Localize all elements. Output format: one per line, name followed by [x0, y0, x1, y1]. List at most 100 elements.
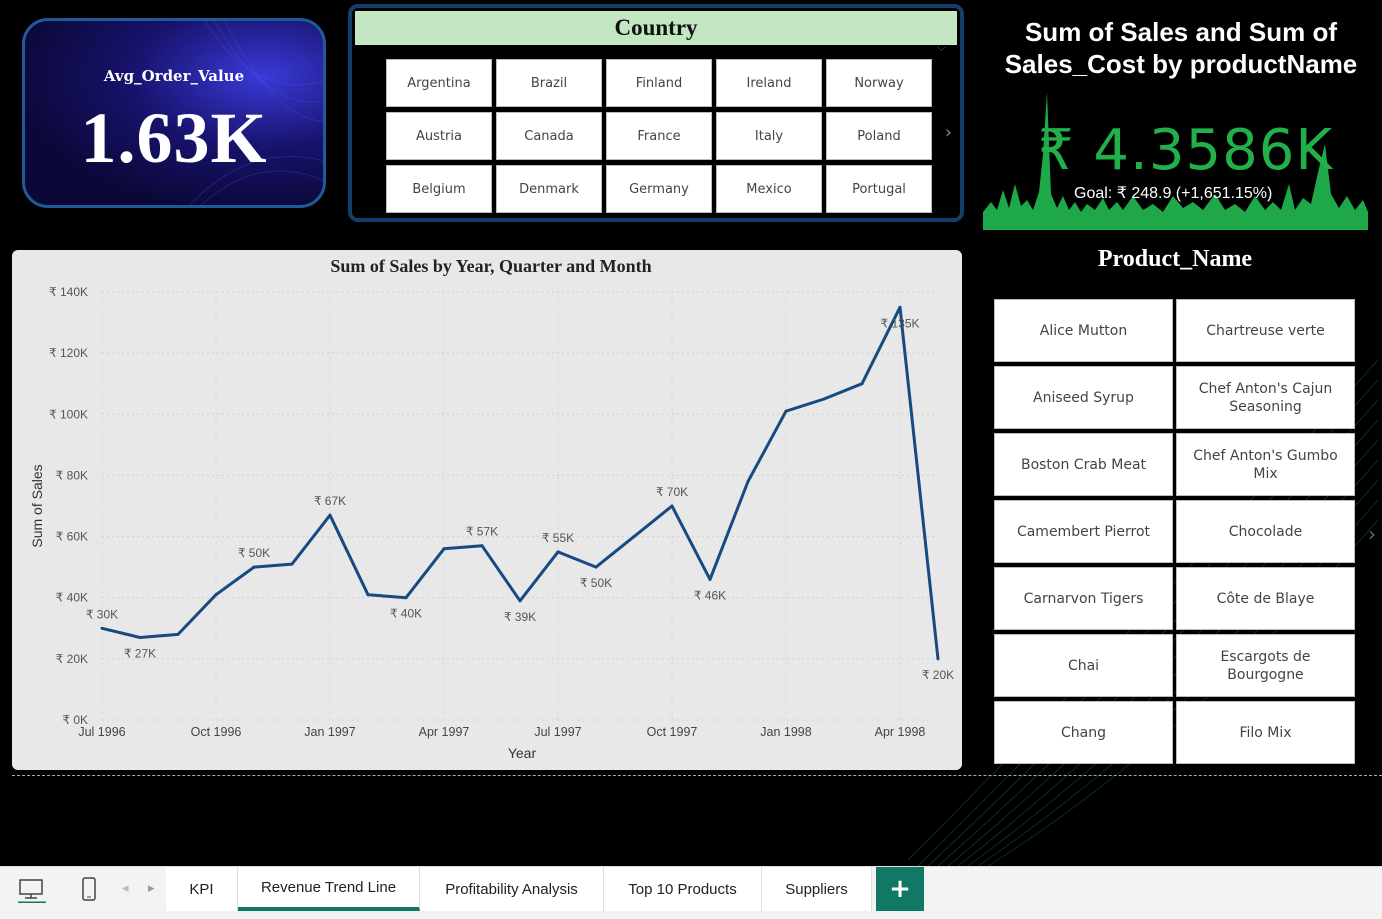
- country-option[interactable]: Portugal: [826, 165, 932, 213]
- y-tick-label: ₹ 140K: [49, 285, 88, 299]
- product-option[interactable]: Escargots de Bourgogne: [1176, 634, 1355, 697]
- data-point: [100, 626, 104, 630]
- country-option[interactable]: Austria: [386, 112, 492, 160]
- product-option[interactable]: Chartreuse verte: [1176, 299, 1355, 362]
- country-option[interactable]: Italy: [716, 112, 822, 160]
- report-canvas: Avg_Order_Value 1.63K Country ⌵ Argentin…: [8, 0, 1382, 866]
- country-option[interactable]: Belgium: [386, 165, 492, 213]
- country-option[interactable]: France: [606, 112, 712, 160]
- data-point: [176, 632, 180, 636]
- data-point: [518, 599, 522, 603]
- data-point: [290, 562, 294, 566]
- data-label: ₹ 20K: [922, 668, 954, 682]
- page-tab[interactable]: Profitability Analysis: [420, 867, 604, 911]
- chevron-right-icon[interactable]: ▸: [148, 881, 155, 896]
- country-option[interactable]: Ireland: [716, 59, 822, 107]
- data-point: [936, 657, 940, 661]
- x-tick-label: Jan 1997: [304, 725, 355, 739]
- add-page-button[interactable]: +: [876, 867, 924, 911]
- product-option[interactable]: Chef Anton's Gumbo Mix: [1176, 433, 1355, 496]
- data-point: [366, 593, 370, 597]
- y-tick-label: ₹ 80K: [56, 468, 88, 482]
- x-tick-label: Jan 1998: [760, 725, 811, 739]
- x-tick-label: Oct 1997: [647, 725, 698, 739]
- data-point: [214, 593, 218, 597]
- data-point: [784, 409, 788, 413]
- product-grid: Alice Mutton Chartreuse verte Aniseed Syru…: [994, 299, 1355, 764]
- data-point: [898, 305, 902, 309]
- data-point: [594, 565, 598, 569]
- data-label: ₹ 67K: [314, 494, 346, 508]
- x-axis-title: Year: [508, 745, 537, 761]
- gauge-goal: Goal: ₹ 248.9 (+1,651.15%): [1074, 185, 1273, 202]
- product-option[interactable]: Chocolade: [1176, 500, 1355, 563]
- product-option[interactable]: Côte de Blaye: [1176, 567, 1355, 630]
- x-tick-label: Apr 1997: [419, 725, 470, 739]
- page-tab[interactable]: Suppliers: [762, 867, 872, 911]
- chevron-right-icon[interactable]: ›: [945, 122, 952, 143]
- y-axis-title: Sum of Sales: [29, 464, 45, 547]
- chevron-left-icon[interactable]: ◂: [122, 881, 129, 896]
- data-label: ₹ 135K: [881, 316, 920, 330]
- data-point: [632, 535, 636, 539]
- data-point: [822, 397, 826, 401]
- country-option[interactable]: Mexico: [716, 165, 822, 213]
- product-option[interactable]: Alice Mutton: [994, 299, 1173, 362]
- product-option[interactable]: Boston Crab Meat: [994, 433, 1173, 496]
- data-point: [252, 565, 256, 569]
- country-option[interactable]: Germany: [606, 165, 712, 213]
- country-option[interactable]: Canada: [496, 112, 602, 160]
- product-option[interactable]: Aniseed Syrup: [994, 366, 1173, 429]
- y-tick-label: ₹ 20K: [56, 652, 88, 666]
- y-tick-label: ₹ 60K: [56, 530, 88, 544]
- country-option[interactable]: Brazil: [496, 59, 602, 107]
- product-option[interactable]: Camembert Pierrot: [994, 500, 1173, 563]
- gauge-title-line1: Sum of Sales and Sum of: [1024, 17, 1338, 47]
- gauge-title-line2: Sales_Cost by productName: [1004, 49, 1358, 79]
- page-tab-bar: ◂ ▸ KPI Revenue Trend Line Profitability A…: [0, 866, 1382, 919]
- gauge-value: ₹ 4.3586K: [1038, 118, 1334, 183]
- kpi-value: 1.63K: [80, 98, 268, 178]
- x-tick-label: Jul 1997: [534, 725, 581, 739]
- data-label: ₹ 55K: [542, 531, 574, 545]
- page-tab[interactable]: KPI: [166, 867, 238, 911]
- product-option[interactable]: Chai: [994, 634, 1173, 697]
- y-tick-label: ₹ 120K: [49, 346, 88, 360]
- mobile-view-icon[interactable]: [80, 877, 98, 907]
- country-slicer: Country ⌵ Argentina Brazil Finland Ireland N…: [348, 4, 964, 222]
- chevron-right-icon[interactable]: ›: [1368, 522, 1376, 546]
- gauge-card-title: Sum of Sales and Sum of Sales_Cost by pr…: [986, 16, 1376, 80]
- data-label: ₹ 50K: [580, 576, 612, 590]
- check-icon: ✓: [1302, 138, 1318, 159]
- page-tab[interactable]: Top 10 Products: [604, 867, 762, 911]
- country-option[interactable]: Finland: [606, 59, 712, 107]
- product-option[interactable]: Chang: [994, 701, 1173, 764]
- data-label: ₹ 70K: [656, 485, 688, 499]
- data-point: [328, 513, 332, 517]
- x-tick-label: Jul 1996: [78, 725, 125, 739]
- country-option[interactable]: Norway: [826, 59, 932, 107]
- data-label: ₹ 27K: [124, 646, 156, 660]
- country-option[interactable]: Denmark: [496, 165, 602, 213]
- sales-series-line: [101, 305, 940, 660]
- country-option[interactable]: Argentina: [386, 59, 492, 107]
- product-option[interactable]: Chef Anton's Cajun Seasoning: [1176, 366, 1355, 429]
- x-tick-label: Apr 1998: [875, 725, 926, 739]
- data-point: [708, 577, 712, 581]
- x-tick-label: Oct 1996: [191, 725, 242, 739]
- data-label: ₹ 50K: [238, 546, 270, 560]
- sales-line-chart[interactable]: Sum of Sales by Year, Quarter and Month …: [12, 250, 962, 770]
- country-slicer-title: Country: [355, 11, 957, 45]
- data-point: [138, 635, 142, 639]
- data-label: ₹ 46K: [694, 588, 726, 602]
- page-tab[interactable]: Revenue Trend Line: [238, 867, 420, 911]
- product-option[interactable]: Filo Mix: [1176, 701, 1355, 764]
- product-option[interactable]: Carnarvon Tigers: [994, 567, 1173, 630]
- data-label: ₹ 30K: [86, 607, 118, 621]
- avg-order-value-card: Avg_Order_Value 1.63K: [22, 18, 326, 208]
- y-tick-label: ₹ 100K: [49, 407, 88, 421]
- desktop-view-icon[interactable]: [18, 877, 46, 907]
- data-point: [670, 504, 674, 508]
- country-option[interactable]: Poland: [826, 112, 932, 160]
- chevron-down-icon[interactable]: ⌵: [937, 40, 946, 55]
